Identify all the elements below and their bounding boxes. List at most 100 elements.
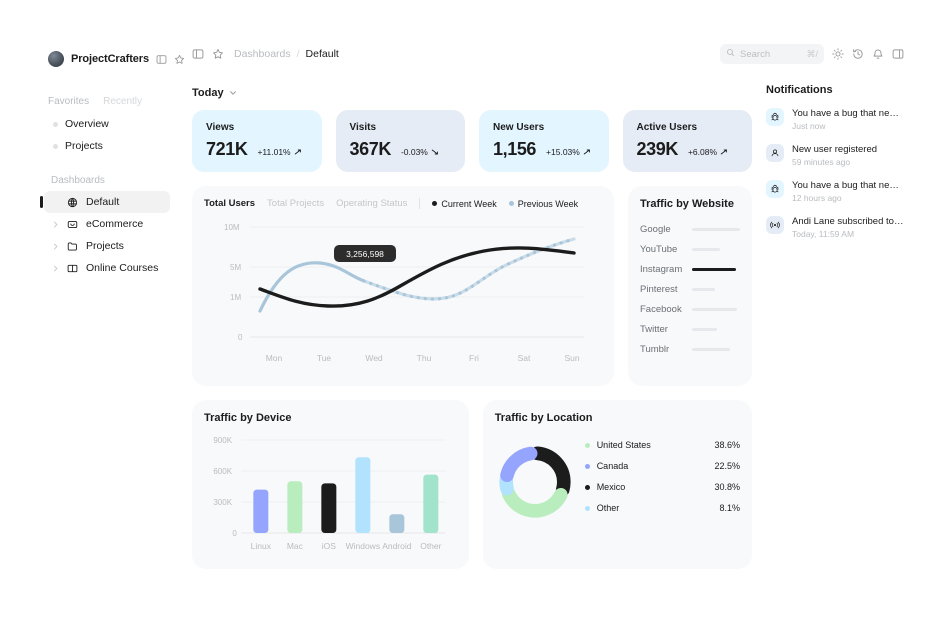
website-bar: [692, 267, 736, 272]
location-label: United States: [596, 440, 651, 450]
list-item[interactable]: Facebook: [640, 304, 740, 315]
tab-total-users[interactable]: Total Users: [204, 198, 255, 209]
trend-down-icon: [431, 149, 438, 155]
list-item[interactable]: Twitter: [640, 324, 740, 335]
legend-dot-icon: [584, 442, 590, 448]
list-item[interactable]: Canada 22.5%: [584, 461, 740, 471]
notification-item[interactable]: New user registered 59 minutes ago: [766, 144, 904, 167]
brand-name: ProjectCrafters: [71, 53, 149, 65]
book-icon: [67, 263, 79, 274]
stat-card-new-users[interactable]: New Users 1,156 +15.03%: [479, 110, 609, 172]
folder-icon: [67, 241, 79, 252]
notification-text: You have a bug that needs... Just now: [792, 108, 904, 131]
stat-value: 239K: [636, 139, 679, 159]
y-tick-5m: 5M: [230, 263, 241, 272]
search-placeholder: Search: [740, 48, 771, 60]
location-value: 30.8%: [714, 482, 740, 492]
list-item[interactable]: Other 8.1%: [584, 503, 740, 513]
breadcrumb-parent[interactable]: Dashboards: [234, 48, 291, 60]
notification-time: Today, 11:59 AM: [792, 229, 855, 239]
list-item[interactable]: Mexico 30.8%: [584, 482, 740, 492]
user-icon: [766, 144, 784, 162]
panel-right-icon[interactable]: [892, 48, 904, 60]
notifications-panel: Notifications You have a bug that needs.…: [758, 76, 918, 606]
list-item[interactable]: Tumblr: [640, 344, 740, 355]
list-item[interactable]: Pinterest: [640, 284, 740, 295]
sidebar-item-projects[interactable]: Projects: [44, 235, 170, 257]
period-selector[interactable]: Today: [192, 82, 752, 104]
chevron-right-icon[interactable]: [50, 221, 60, 228]
notification-title: You have a bug that needs...: [792, 180, 904, 191]
total-users-chart-card: Total Users Total Projects Operating Sta…: [192, 186, 614, 386]
notification-title: New user registered: [792, 144, 878, 155]
sidebar-item-overview[interactable]: Overview: [44, 113, 170, 135]
website-label: Instagram: [640, 264, 683, 275]
y-tick-600k: 600K: [213, 467, 232, 476]
website-label: Facebook: [640, 304, 682, 315]
stat-label: Visits: [349, 122, 377, 133]
favorite-star-icon[interactable]: [212, 48, 224, 60]
list-item[interactable]: Google: [640, 224, 740, 235]
x-tick-sun: Sun: [564, 353, 579, 363]
chevron-right-icon[interactable]: [50, 243, 60, 250]
stat-value: 1,156: [493, 139, 537, 159]
tab-total-projects[interactable]: Total Projects: [267, 198, 324, 209]
bar-android: [389, 514, 405, 533]
list-item[interactable]: YouTube: [640, 244, 740, 255]
panel-icon[interactable]: [156, 54, 167, 65]
sidebar-item-ecommerce[interactable]: eCommerce: [44, 213, 170, 235]
row-line-and-website: Total Users Total Projects Operating Sta…: [192, 186, 752, 386]
list-item[interactable]: Instagram: [640, 264, 740, 275]
sidebar-item-online-courses[interactable]: Online Courses: [44, 257, 170, 279]
line-chart: 10M 5M 1M 0 3,256,598 Mon Tue Wed Thu Fr…: [224, 223, 584, 363]
website-bar: [692, 247, 720, 252]
website-label: Google: [640, 224, 671, 235]
bar-windows: [355, 457, 371, 533]
sidebar-item-projects-fav[interactable]: Projects: [44, 135, 170, 157]
y-tick-10m: 10M: [224, 223, 240, 232]
notification-time: 12 hours ago: [792, 193, 842, 203]
x-tick-mac: Mac: [287, 541, 304, 551]
status-badge: +6.08%: [688, 147, 728, 157]
chevron-right-icon[interactable]: [50, 265, 60, 272]
history-icon[interactable]: [852, 48, 864, 60]
website-label: Tumblr: [640, 344, 670, 355]
notification-item[interactable]: You have a bug that needs... Just now: [766, 108, 904, 131]
sidebar-item-default[interactable]: Default: [40, 191, 170, 213]
bell-icon[interactable]: [872, 48, 884, 60]
location-body: United States 38.6% Canada 22.5% Mexico …: [495, 440, 740, 524]
status-badge: -0.03%: [401, 147, 439, 157]
stat-card-views[interactable]: Views 721K +11.01%: [192, 110, 322, 172]
stat-delta-text: -0.03%: [400, 147, 428, 157]
stat-delta-text: +15.03%: [546, 147, 580, 157]
main-area: Dashboards / Default Search ⌘/ Today Vie…: [180, 32, 918, 606]
sun-icon[interactable]: [832, 48, 844, 60]
x-tick-fri: Fri: [469, 353, 479, 363]
bug-icon: [766, 180, 784, 198]
tab-operating-status[interactable]: Operating Status: [336, 198, 407, 209]
legend-dot-icon: [584, 484, 590, 490]
stat-card-active-users[interactable]: Active Users 239K +6.08%: [622, 110, 752, 172]
content-area: Today Views 721K +11.01% Visits 367K -0.…: [180, 76, 918, 606]
dashboard-column: Today Views 721K +11.01% Visits 367K -0.…: [180, 76, 758, 606]
legend-dot-icon: [508, 201, 514, 206]
bullet-icon: [53, 143, 58, 149]
list-item[interactable]: United States 38.6%: [584, 440, 740, 450]
search-input[interactable]: Search ⌘/: [720, 44, 824, 64]
notification-title: You have a bug that needs...: [792, 108, 904, 119]
tab-recently[interactable]: Recently: [103, 96, 142, 107]
y-tick-0: 0: [232, 529, 237, 538]
stat-card-visits[interactable]: Visits 367K -0.03%: [335, 110, 465, 172]
legend-dot-icon: [584, 505, 590, 511]
divider: [419, 198, 421, 209]
stat-value: 367K: [349, 139, 392, 159]
notification-item[interactable]: Andi Lane subscribed to you Today, 11:59…: [766, 216, 904, 239]
sidebar-toggle-icon[interactable]: [192, 48, 204, 60]
tab-favorites[interactable]: Favorites: [48, 96, 89, 107]
x-tick-tue: Tue: [317, 353, 332, 363]
notification-item[interactable]: You have a bug that needs... 12 hours ag…: [766, 180, 904, 203]
notifications-title: Notifications: [766, 84, 833, 96]
bar-other: [423, 474, 439, 533]
breadcrumb-current[interactable]: Default: [306, 48, 339, 60]
broadcast-icon: [766, 216, 784, 234]
